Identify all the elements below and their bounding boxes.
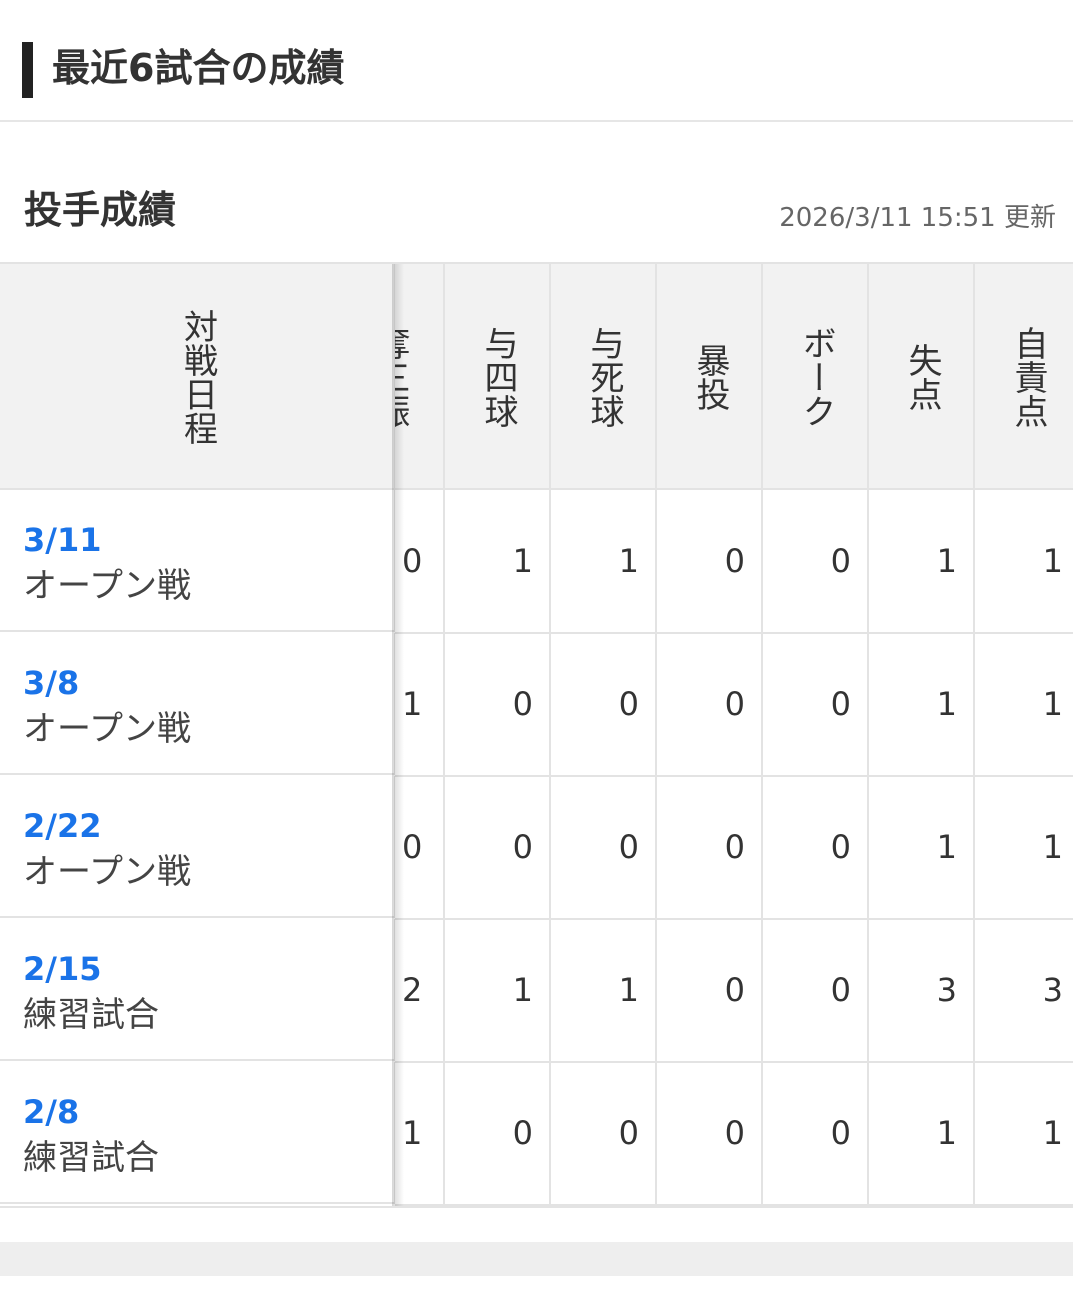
stat-cell-walks: 0: [512, 1114, 533, 1152]
stat-cell-walks: 1: [512, 542, 533, 580]
stat-cell-hit-by-pitch: 0: [618, 1114, 639, 1152]
table-row-date-cell: 2/15 練習試合: [0, 919, 395, 1061]
pitching-stats-title: 投手成績: [24, 188, 177, 232]
section-header: 最近6試合の成績: [0, 0, 1073, 122]
scroll-shadow: [392, 264, 404, 1206]
game-date-link[interactable]: 2/15: [23, 949, 101, 989]
stat-cell-wild-pitch: 0: [724, 542, 745, 580]
game-type-label: オープン戦: [23, 709, 191, 749]
header-balk: ボーク: [796, 326, 836, 428]
game-date-link[interactable]: 3/11: [23, 520, 101, 560]
stat-cell-runs: 1: [936, 685, 957, 723]
stat-cell-walks: 1: [512, 971, 533, 1009]
section-title: 最近6試合の成績: [52, 46, 345, 90]
game-type-label: 練習試合: [23, 1138, 159, 1178]
stat-cell-earned-runs: 1: [1042, 542, 1063, 580]
stat-cell-earned-runs: 1: [1042, 828, 1063, 866]
stat-cell-earned-runs: 1: [1042, 1114, 1063, 1152]
table-row-date-cell: 2/8 練習試合: [0, 1062, 395, 1204]
stat-cell-runs: 1: [936, 542, 957, 580]
footer-divider: [0, 1242, 1073, 1276]
game-date-link[interactable]: 2/22: [23, 806, 101, 846]
stat-cell-walks: 0: [512, 685, 533, 723]
stat-cell-runs: 1: [936, 1114, 957, 1152]
stat-cell-wild-pitch: 0: [724, 828, 745, 866]
header-hit-by-pitch: 与死球: [584, 326, 624, 428]
game-type-label: 練習試合: [23, 995, 159, 1035]
game-date-link[interactable]: 2/8: [23, 1092, 79, 1132]
fixed-date-column: 対戦日程 3/11 オープン戦 3/8 オープン戦 2/22 オープン戦 2/15 練習試合 2…: [0, 264, 395, 1206]
header-schedule: 対戦日程: [177, 309, 218, 445]
stat-cell-earned-runs: 3: [1042, 971, 1063, 1009]
stat-cell-hit-by-pitch: 0: [618, 828, 639, 866]
header-wild-pitch: 暴投: [690, 343, 730, 411]
stat-cell-wild-pitch: 0: [724, 685, 745, 723]
stat-cell-earned-runs: 1: [1042, 685, 1063, 723]
stat-cell-balk: 0: [830, 542, 851, 580]
table-row-date-cell: 3/11 オープン戦: [0, 490, 395, 632]
stat-cell-wild-pitch: 0: [724, 1114, 745, 1152]
stat-cell-balk: 0: [830, 828, 851, 866]
table-row-date-cell: 3/8 オープン戦: [0, 633, 395, 775]
table-row-date-cell: 2/22 オープン戦: [0, 776, 395, 918]
stat-cell-hit-by-pitch: 1: [618, 971, 639, 1009]
game-type-label: オープン戦: [23, 852, 191, 892]
section-accent-bar: [22, 42, 33, 98]
updated-timestamp: 2026/3/11 15:51 更新: [779, 203, 1056, 233]
stat-cell-wild-pitch: 0: [724, 971, 745, 1009]
fixed-column-header: 対戦日程: [0, 264, 395, 490]
pitching-stats-table[interactable]: 奪三振与四球与死球暴投ボーク失点自責点 対戦日程 3/11オープン戦3/8オープ…: [0, 262, 1073, 1208]
stat-cell-balk: 0: [830, 1114, 851, 1152]
stat-cell-runs: 3: [936, 971, 957, 1009]
stat-cell-balk: 0: [830, 971, 851, 1009]
game-type-label: オープン戦: [23, 566, 191, 606]
stat-cell-runs: 1: [936, 828, 957, 866]
stat-cell-hit-by-pitch: 0: [618, 685, 639, 723]
header-walks: 与四球: [478, 326, 518, 428]
game-date-link[interactable]: 3/8: [23, 663, 79, 703]
stat-cell-walks: 0: [512, 828, 533, 866]
stat-cell-hit-by-pitch: 1: [618, 542, 639, 580]
stat-cell-balk: 0: [830, 685, 851, 723]
header-earned-runs: 自責点: [1008, 326, 1048, 428]
header-runs: 失点: [902, 343, 942, 411]
